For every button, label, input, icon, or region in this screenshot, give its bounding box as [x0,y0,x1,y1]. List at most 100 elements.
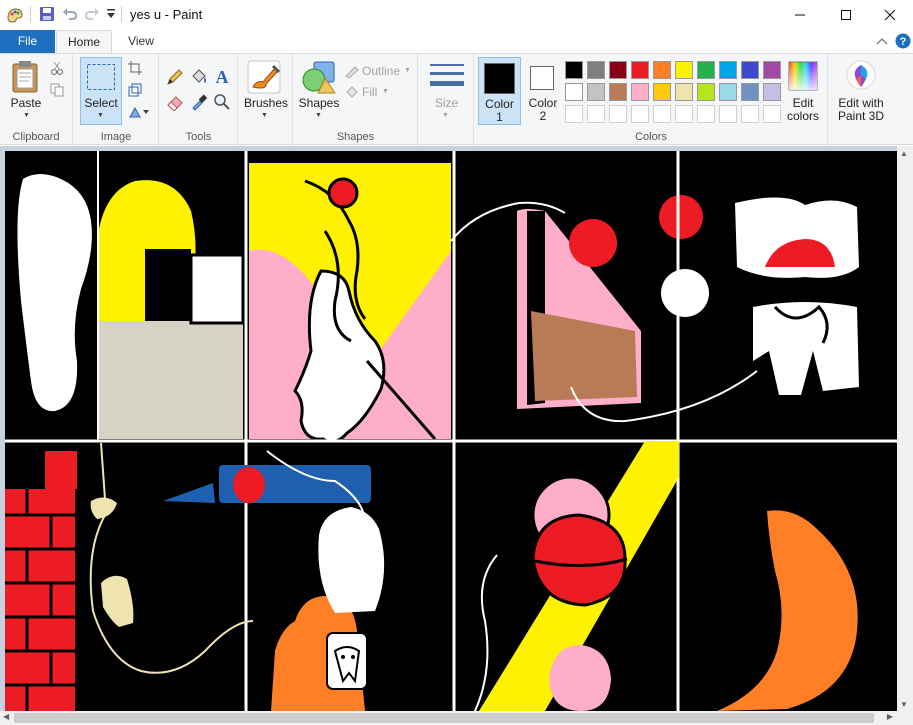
minimize-button[interactable] [777,0,823,30]
help-icon[interactable]: ? [895,33,911,52]
image-group-label: Image [100,131,132,143]
paste-button[interactable]: Paste [8,97,44,110]
brushes-dropdown-icon: ▼ [261,112,268,119]
custom-color-slot[interactable] [763,105,781,123]
custom-color-slot[interactable] [675,105,693,123]
size-label: Size [434,96,459,110]
eraser-icon[interactable] [166,93,184,114]
paste-icon[interactable] [10,60,40,97]
scroll-up-icon[interactable]: ▲ [900,149,908,158]
outline-button[interactable]: Outline [362,64,400,78]
custom-color-slot[interactable] [741,105,759,123]
color-picker-icon[interactable] [190,93,208,114]
scroll-left-icon[interactable]: ◀ [3,712,9,721]
palette-swatch[interactable] [675,61,693,79]
text-tool-icon[interactable]: A [213,66,231,89]
palette-swatch[interactable] [675,83,693,101]
palette-swatch[interactable] [609,83,627,101]
custom-color-slot[interactable] [631,105,649,123]
save-icon[interactable] [39,6,55,25]
fill-bucket-icon[interactable] [190,68,208,89]
custom-color-slot[interactable] [653,105,671,123]
outline-icon[interactable] [344,64,360,81]
brushes-group[interactable]: Brushes ▼ [239,54,293,146]
palette-swatch[interactable] [697,61,715,79]
pencil-icon[interactable] [166,68,184,89]
palette-swatch[interactable] [653,83,671,101]
shapes-dropdown-icon[interactable]: ▼ [315,112,322,119]
palette-swatch[interactable] [697,83,715,101]
tab-file[interactable]: File [0,30,55,53]
canvas-artwork [5,151,897,711]
color1-swatch [484,63,515,94]
palette-swatch[interactable] [763,61,781,79]
close-button[interactable] [867,0,913,30]
drawing-canvas[interactable] [5,151,897,711]
scroll-right-icon[interactable]: ▶ [887,712,893,721]
palette-swatch[interactable] [587,83,605,101]
titlebar-divider [30,6,31,22]
edit-with-paint3d-button[interactable]: Edit with Paint 3D [830,57,892,125]
palette-swatch[interactable] [565,61,583,79]
shapes-icon[interactable] [302,60,336,97]
clipboard-group-label: Clipboard [12,131,60,143]
horizontal-scroll-thumb[interactable] [14,713,874,723]
palette-swatch[interactable] [741,83,759,101]
cut-icon[interactable] [50,61,64,78]
custom-color-slot[interactable] [719,105,737,123]
fill-icon[interactable] [344,85,360,102]
paint-app-icon[interactable] [6,6,24,27]
custom-color-slot[interactable] [609,105,627,123]
palette-swatch[interactable] [719,83,737,101]
redo-icon[interactable] [84,6,100,25]
custom-color-slot[interactable] [565,105,583,123]
minimize-icon [795,14,805,16]
custom-color-slot[interactable] [587,105,605,123]
collapse-ribbon-icon[interactable] [876,35,888,49]
image-group: Select ▼ Image [74,54,159,146]
size-group[interactable]: Size ▼ [419,54,474,146]
color2-swatch [530,66,554,90]
select-rectangle-icon [86,63,116,94]
magnifier-icon[interactable] [213,93,231,114]
size-dropdown-icon: ▼ [442,112,449,119]
shapes-button[interactable]: Shapes [294,97,344,110]
custom-color-slot[interactable] [697,105,715,123]
maximize-button[interactable] [823,0,869,30]
copy-icon[interactable] [50,83,64,100]
fill-dropdown-icon[interactable]: ▼ [382,88,389,95]
fill-button[interactable]: Fill [362,85,377,99]
tab-view[interactable]: View [116,30,166,53]
vertical-scrollbar[interactable]: ▲ ▼ [897,146,913,712]
crop-icon[interactable] [128,61,142,78]
color2-button[interactable]: Color 2 [522,57,564,125]
palette-swatch[interactable] [565,83,583,101]
palette-swatch[interactable] [631,61,649,79]
brushes-icon [247,60,281,97]
palette-swatch[interactable] [653,61,671,79]
size-icon [430,62,464,95]
outline-dropdown-icon[interactable]: ▼ [404,67,411,74]
palette-swatch[interactable] [763,83,781,101]
rotate-icon[interactable] [128,105,150,122]
color1-button[interactable]: Color 1 [478,57,521,125]
select-button[interactable]: Select ▼ [80,57,122,125]
palette-swatch[interactable] [631,83,649,101]
palette-swatch[interactable] [719,61,737,79]
undo-icon[interactable] [62,6,78,25]
scroll-down-icon[interactable]: ▼ [900,700,908,709]
palette-swatch[interactable] [741,61,759,79]
palette-swatch[interactable] [609,61,627,79]
resize-icon[interactable] [128,83,142,100]
edit-colors-icon [788,61,818,94]
paint3d-icon [846,60,876,95]
paste-dropdown-icon[interactable]: ▼ [23,112,30,119]
tab-home[interactable]: Home [56,30,112,54]
select-label: Select [84,96,118,110]
palette-swatch[interactable] [587,61,605,79]
horizontal-scrollbar[interactable]: ◀ ▶ [0,711,913,725]
customize-quick-access-icon[interactable] [106,8,116,23]
paint-window: yes u - Paint File Home View ? Paste ▼ C… [0,0,913,725]
color2-number: 2 [539,109,547,123]
edit-colors-button[interactable]: Edit colors [782,57,824,125]
